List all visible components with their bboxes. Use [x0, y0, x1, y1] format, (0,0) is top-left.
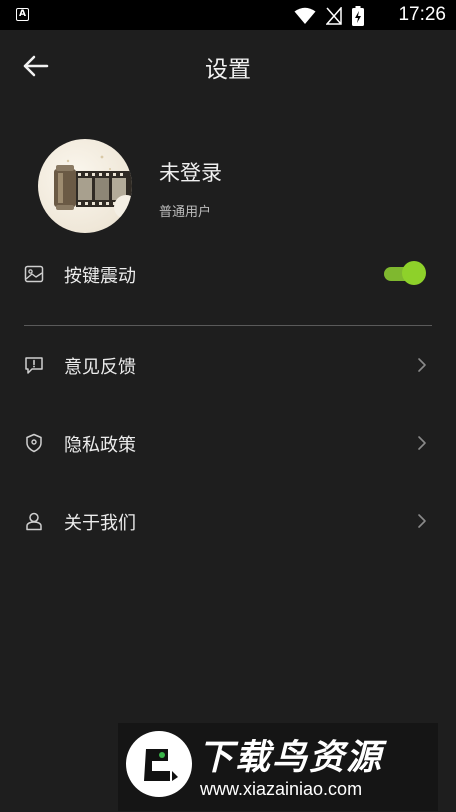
bird-logo-icon	[144, 749, 178, 781]
chevron-right-icon	[418, 358, 426, 372]
avatar[interactable]	[38, 139, 132, 233]
divider	[24, 325, 432, 326]
app-bar: 设置	[0, 30, 456, 102]
watermark-logo	[126, 731, 192, 797]
film-roll-icon	[54, 155, 132, 219]
vibration-setting-row: 按键震动	[24, 254, 432, 294]
status-time: 17:26	[398, 4, 446, 25]
vibration-toggle[interactable]	[384, 261, 426, 285]
image-icon	[24, 265, 44, 283]
battery-charging-icon	[352, 6, 364, 26]
vibration-label: 按键震动	[64, 266, 136, 287]
status-icons	[294, 6, 364, 26]
feedback-icon	[25, 357, 43, 374]
menu-item-label: 隐私政策	[64, 435, 136, 456]
watermark-brand: 下载鸟资源	[198, 738, 384, 778]
status-bar: A 17:26	[0, 0, 456, 30]
chevron-right-icon	[418, 514, 426, 528]
wifi-icon	[294, 7, 316, 24]
menu-item-privacy[interactable]: 隐私政策	[24, 423, 432, 463]
chevron-right-icon	[418, 436, 426, 450]
toggle-knob	[402, 261, 426, 285]
page-title: 设置	[205, 57, 251, 83]
menu-item-feedback[interactable]: 意见反馈	[24, 345, 432, 385]
location-shield-icon	[26, 433, 42, 453]
watermark: 下载鸟资源 www.xiazainiao.com	[118, 723, 438, 811]
menu-item-about[interactable]: 关于我们	[24, 501, 432, 541]
profile-card[interactable]: 未登录 普通用户	[38, 139, 428, 235]
menu-item-label: 关于我们	[64, 513, 136, 534]
watermark-url: www.xiazainiao.com	[200, 779, 363, 799]
no-signal-icon	[326, 7, 342, 25]
app-notification-icon: A	[16, 8, 29, 21]
user-type: 普通用户	[159, 205, 212, 220]
user-icon	[26, 512, 42, 531]
menu-item-label: 意见反馈	[64, 357, 136, 378]
username[interactable]: 未登录	[159, 157, 222, 187]
